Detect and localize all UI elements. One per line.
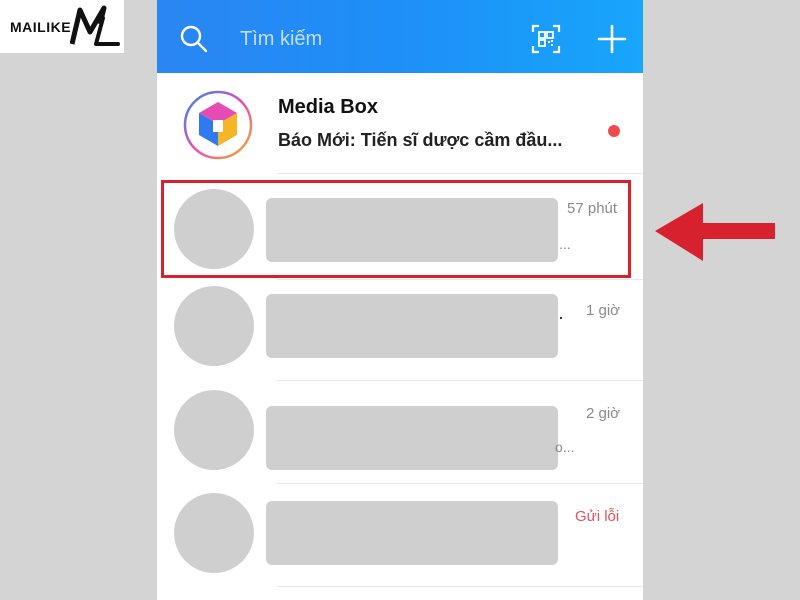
qr-scan-icon[interactable] [531,24,561,54]
chat-list-screen: Tìm kiếm Media Box Báo Mới: Tiến sĩ dược… [157,0,643,600]
preview-trailing: . [559,306,563,322]
divider [277,173,643,174]
ml-logo-icon [70,5,120,46]
media-box-avatar [183,90,253,160]
conversation-title: Media Box [278,96,379,118]
send-error-status: Gửi lỗi [575,508,620,525]
avatar [174,286,254,366]
unread-dot [608,125,620,137]
highlight-box [161,180,631,278]
search-input[interactable]: Tìm kiếm [240,28,322,51]
conversation-time: 1 giờ [586,302,621,319]
preview-trailing: o... [555,439,575,455]
search-icon[interactable] [179,24,209,54]
conversation-preview: Báo Mới: Tiến sĩ dược cầm đầu... [278,130,563,150]
arrow-left-icon [655,203,775,261]
redacted-text-block [266,294,558,358]
watermark-logo: MAILIKE [0,0,124,53]
conversation-time: 2 giờ [586,405,621,422]
avatar [174,493,254,573]
divider [277,586,643,587]
avatar [174,390,254,470]
redacted-text-block [266,406,558,470]
logo-text: MAILIKE [10,18,72,35]
top-bar: Tìm kiếm [157,0,643,73]
redacted-text-block [266,501,558,565]
plus-icon[interactable] [597,24,627,54]
